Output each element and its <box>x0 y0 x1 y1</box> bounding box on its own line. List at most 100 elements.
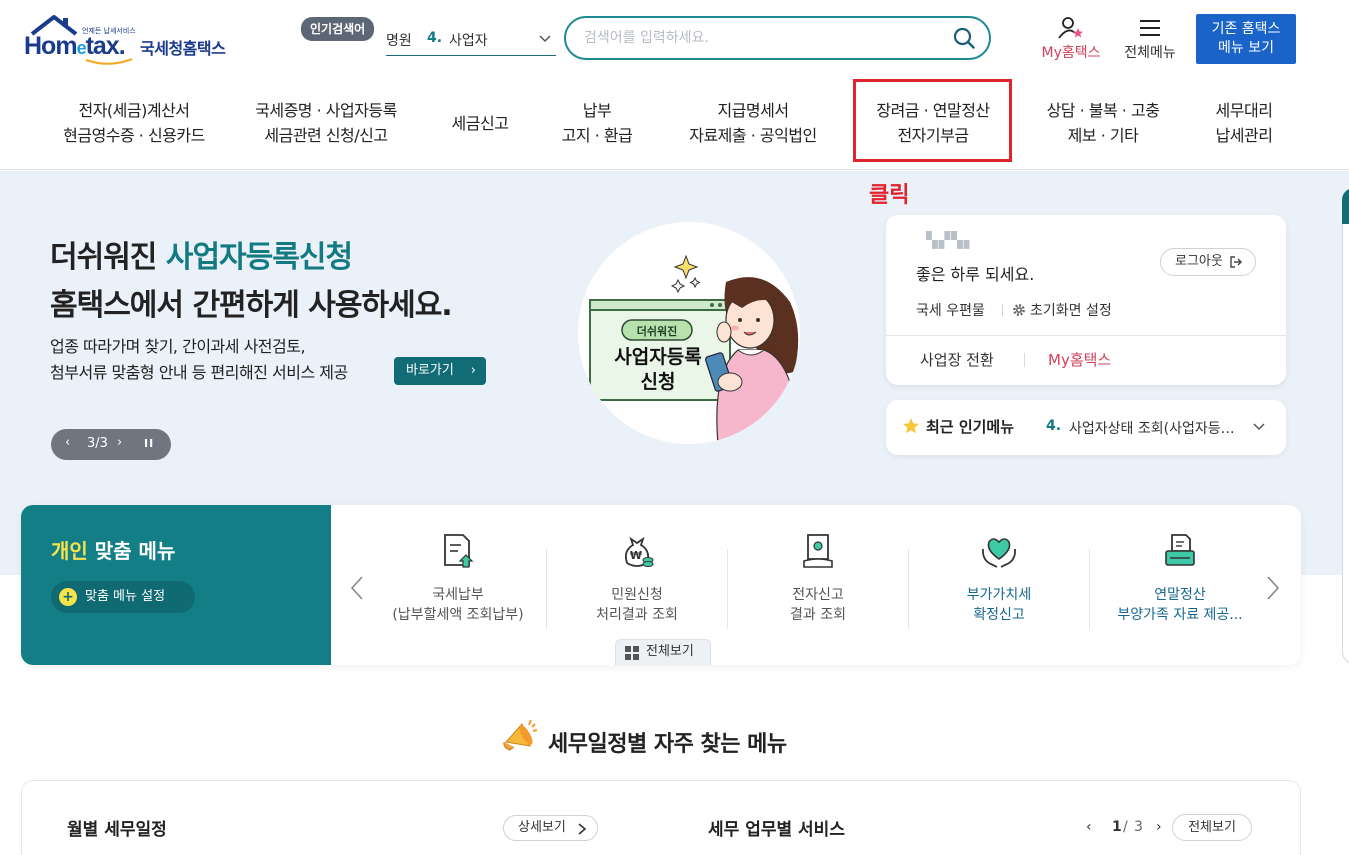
view-all-label: 전체보기 <box>646 644 694 659</box>
personal-menu-item-label: 국세납부 (납부할세액 조회납부) <box>368 585 548 625</box>
login-card-footer: 사업장 전환 My홈택스 <box>886 335 1286 385</box>
personal-menu-civil-petition[interactable]: ₩ 민원신청처리결과 조회 <box>547 533 727 633</box>
chevron-down-icon <box>1253 423 1265 431</box>
all-menu-button[interactable]: 전체메뉴 <box>1118 16 1182 62</box>
line2: (납부할세액 조회납부) <box>392 607 524 623</box>
illus-line1: 사업자등록 <box>614 346 701 368</box>
line1: 민원신청 <box>611 587 663 603</box>
personal-menu-item-label: 부가가치세 확정신고 <box>909 585 1089 625</box>
personal-menu-item-label: 연말정산 부양가족 자료 제공... <box>1090 585 1270 625</box>
personal-menu-title-rest: 맞춤 메뉴 <box>87 539 176 563</box>
nav-item-tax-agent[interactable]: 세무대리 납세관리 <box>1194 98 1294 148</box>
hero-description: 업종 따라가며 찾기, 간이과세 사전검토, 첨부서류 맞춤형 안내 등 편리해… <box>50 334 348 386</box>
chevron-left-icon[interactable] <box>349 575 365 601</box>
hero-title: 더쉬워진 사업자등록신청 <box>50 232 353 276</box>
star-icon <box>903 418 919 434</box>
hometax-logo[interactable]: 언제든 납세서비스 Hometax. 국세청홈택스 <box>24 14 239 68</box>
nav-item-certificate[interactable]: 국세증명 · 사업자등록 세금관련 신청/신고 <box>236 98 416 148</box>
nav-item-e-invoice[interactable]: 전자(세금)계산서 현금영수증 · 신용카드 <box>44 98 224 148</box>
chevron-right-icon[interactable]: › <box>117 435 122 450</box>
certificate-icon <box>803 534 833 568</box>
nav-item-payment[interactable]: 납부 고지 · 환급 <box>537 98 657 148</box>
divider <box>1002 304 1003 316</box>
document-upload-icon <box>444 534 474 568</box>
personal-menu-item-label: 전자신고 결과 조회 <box>728 585 908 625</box>
all-menu-label: 전체메뉴 <box>1124 45 1176 61</box>
logout-icon <box>1230 256 1242 268</box>
personal-menu-view-all-button[interactable]: 전체보기 <box>615 639 711 665</box>
nav-item-consultation[interactable]: 상담 · 불복 · 고충 제보 · 기타 <box>1028 98 1178 148</box>
init-screen-setting-link[interactable]: 초기화면 설정 <box>1012 300 1112 320</box>
search-input[interactable] <box>584 28 924 48</box>
service-pager: ‹ 1 / 3 › <box>1086 819 1176 839</box>
schedule-detail-button[interactable]: 상세보기 <box>503 815 598 841</box>
nav-item-line2: 제보 · 기타 <box>1067 126 1139 145</box>
personal-menu-e-report-result[interactable]: 전자신고 결과 조회 <box>728 533 908 633</box>
nav-item-payment-statement[interactable]: 지급명세서 자료제출 · 공익법인 <box>668 98 838 148</box>
chevron-left-icon[interactable]: ‹ <box>1086 819 1092 835</box>
personal-menu-setting-button[interactable]: + 맞춤 메뉴 설정 <box>51 581 195 613</box>
search-box <box>564 16 991 60</box>
logo-wordmark: Hometax. <box>24 32 126 60</box>
login-card: ▚▞▚▖ 좋은 하루 되세요. 로그아웃 국세 우편물 초기화면 설정 사업장 … <box>886 215 1286 385</box>
grid-icon <box>625 646 639 660</box>
nav-item-line1: 지급명세서 <box>717 101 789 120</box>
line2: 확정신고 <box>973 607 1025 623</box>
personal-menu-item-label: 민원신청처리결과 조회 <box>547 585 727 625</box>
pause-icon[interactable]: II <box>144 437 154 450</box>
chevron-right-icon: › <box>470 363 476 378</box>
printer-document-icon <box>1165 534 1195 566</box>
tax-schedule-title: 세무일정별 자주 찾는 메뉴 <box>548 732 787 757</box>
nav-item-tax-report[interactable]: 세금신고 <box>430 111 530 136</box>
greeting-text: 좋은 하루 되세요. <box>916 265 1035 284</box>
personal-menu-year-end-settlement[interactable]: 연말정산 부양가족 자료 제공... <box>1090 533 1270 633</box>
side-quick-panel[interactable] <box>1342 188 1349 664</box>
chevron-right-icon[interactable]: › <box>1156 819 1162 835</box>
nav-item-line1: 상담 · 불복 · 고충 <box>1046 101 1160 120</box>
personal-menu-title: 개인 맞춤 메뉴 <box>51 535 175 564</box>
personal-menu-tax-payment[interactable]: 국세납부 (납부할세액 조회납부) <box>368 533 548 633</box>
service-view-all-button[interactable]: 전체보기 <box>1172 814 1252 841</box>
nav-item-line2: 현금영수증 · 신용카드 <box>63 126 205 145</box>
logo-name: 국세청홈택스 <box>140 39 226 58</box>
chevron-down-icon <box>539 35 551 43</box>
click-highlight-box <box>853 79 1012 162</box>
old-hometax-menu-button[interactable]: 기존 홈택스 메뉴 보기 <box>1196 14 1296 64</box>
tax-mailbox-link[interactable]: 국세 우편물 <box>916 300 985 320</box>
hero-desc-line1: 업종 따라가며 찾기, 간이과세 사전검토, <box>50 337 306 356</box>
service-page-total: 3 <box>1134 819 1143 835</box>
hero-subtitle: 홈택스에서 간편하게 사용하세요. <box>50 288 453 323</box>
user-star-icon <box>1058 17 1083 39</box>
nav-item-line2: 납세관리 <box>1215 126 1273 145</box>
hero-desc-line2: 첨부서류 맞춤형 안내 등 편리해진 서비스 제공 <box>50 363 348 382</box>
recent-menu-label: 최근 인기메뉴 <box>926 418 1015 436</box>
popular-search-dropdown[interactable]: 명원 4. 사업자 <box>386 24 556 56</box>
chevron-left-icon[interactable]: ‹ <box>65 435 70 450</box>
logout-button[interactable]: 로그아웃 <box>1160 248 1256 276</box>
monthly-schedule-title: 월별 세무일정 <box>67 820 167 840</box>
personal-menu-title-accent: 개인 <box>51 539 88 563</box>
search-icon[interactable] <box>953 27 975 49</box>
tax-schedule-card: 월별 세무일정 상세보기 세무 업무별 서비스 ‹ 1 / 3 › 전체보기 <box>21 780 1301 855</box>
personal-menu-vat-final-report[interactable]: 부가가치세 확정신고 <box>909 533 1089 633</box>
hero-illustration: 더쉬워진 사업자등록 신청 <box>578 222 800 444</box>
logout-label: 로그아웃 <box>1175 254 1223 269</box>
recent-popular-menu[interactable]: 최근 인기메뉴 4. 사업자상태 조회(사업자등록번호) <box>886 400 1286 455</box>
hero-go-button[interactable]: 바로가기 › <box>394 357 486 385</box>
my-hometax-button[interactable]: My홈택스 <box>1034 16 1108 62</box>
tax-schedule-heading: 세무일정별 자주 찾는 메뉴 <box>500 716 830 760</box>
hero-title-accent: 사업자등록신청 <box>165 240 353 275</box>
main-navigation: 전자(세금)계산서 현금영수증 · 신용카드 국세증명 · 사업자등록 세금관련… <box>0 80 1349 170</box>
nav-item-line1: 세금신고 <box>451 114 509 133</box>
hero-go-label: 바로가기 <box>406 363 454 378</box>
old-hometax-line1: 기존 홈택스 <box>1211 21 1281 37</box>
my-hometax-link[interactable]: My홈택스 <box>1048 349 1111 370</box>
svg-text:₩: ₩ <box>630 549 642 562</box>
popular-search-badge: 인기검색어 <box>301 17 375 41</box>
switch-business-link[interactable]: 사업장 전환 <box>920 349 994 370</box>
popular-search-prev-term: 명원 <box>386 33 412 49</box>
hero-page-count: 3/3 <box>87 436 108 451</box>
user-name-masked: ▚▞▚▖ <box>926 231 977 249</box>
line2: 처리결과 조회 <box>596 607 678 623</box>
logo-swoosh <box>85 58 133 65</box>
